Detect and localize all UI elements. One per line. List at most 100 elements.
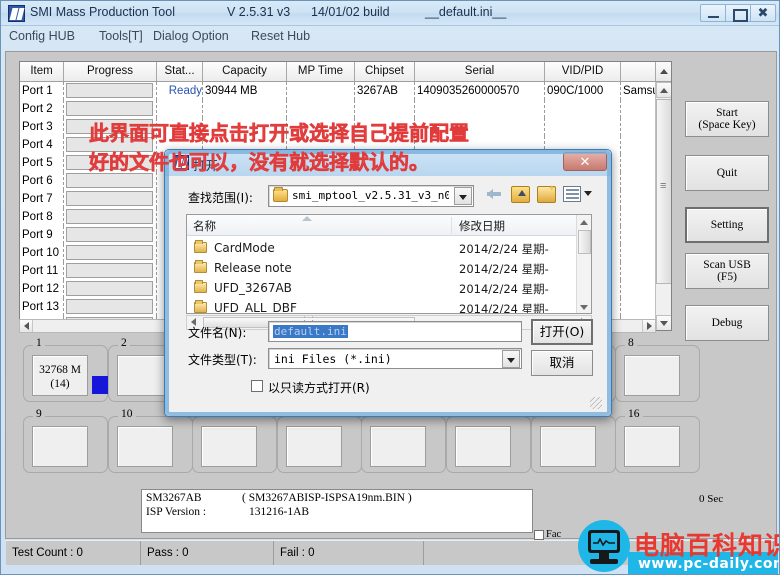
- cell-capacity: [203, 100, 287, 118]
- column-header-name[interactable]: 名称: [193, 218, 216, 234]
- cancel-button[interactable]: 取消: [531, 350, 593, 376]
- back-icon[interactable]: [487, 186, 505, 204]
- start-button-label-1: Start: [716, 107, 738, 119]
- scroll-left-icon[interactable]: [20, 320, 33, 332]
- start-button-label-2: (Space Key): [698, 119, 756, 131]
- window-ini-name: __default.ini__: [425, 5, 507, 19]
- file-scroll-down-icon[interactable]: [577, 300, 591, 313]
- file-name-input[interactable]: default.ini: [268, 321, 522, 342]
- slot-capacity-box: [286, 426, 342, 467]
- cell-mp-time: [287, 100, 355, 118]
- file-type-dropdown[interactable]: ini Files (*.ini): [268, 348, 522, 369]
- file-list-item[interactable]: UFD_3267AB 2014/2/24 星期-: [187, 278, 577, 299]
- column-header-stat[interactable]: Stat...: [157, 62, 203, 81]
- column-header-mp-time[interactable]: MP Time: [287, 62, 355, 81]
- column-header-capacity[interactable]: Capacity: [203, 62, 287, 81]
- column-header-chipset[interactable]: Chipset: [355, 62, 415, 81]
- scan-usb-button[interactable]: Scan USB (F5): [685, 253, 769, 289]
- file-modified-date: 2014/2/24 星期-: [459, 242, 549, 256]
- slot-capacity-box: [624, 355, 680, 396]
- column-header-serial[interactable]: Serial: [415, 62, 545, 81]
- dialog-close-icon[interactable]: ✕: [563, 152, 607, 171]
- slot-11[interactable]: 11: [192, 408, 277, 473]
- read-only-checkbox[interactable]: 以只读方式打开(R): [251, 379, 370, 396]
- slot-9[interactable]: 9: [23, 408, 108, 473]
- scroll-up-icon[interactable]: [656, 82, 671, 98]
- table-row[interactable]: Port 2: [20, 100, 655, 118]
- open-file-dialog[interactable]: 打开 ✕ 查找范围(I): smi_mptool_v2.5.31_v3_n010…: [164, 149, 612, 417]
- scroll-right-icon[interactable]: [642, 320, 655, 332]
- up-one-level-icon[interactable]: [511, 186, 530, 203]
- progress-bar: [66, 227, 153, 242]
- column-header-date[interactable]: 修改日期: [459, 218, 505, 234]
- file-scrollbar-thumb[interactable]: [578, 230, 591, 254]
- slot-1[interactable]: 1 32768 M (14): [23, 337, 108, 402]
- views-chevron-down-icon[interactable]: [584, 191, 592, 196]
- file-name: CardMode: [214, 241, 275, 255]
- scroll-down-icon[interactable]: [656, 315, 671, 330]
- progress-bar: [66, 101, 153, 116]
- file-list[interactable]: 名称 修改日期 CardMode 2014/2/24 星期- Release not…: [186, 214, 592, 314]
- factory-checkbox-box[interactable]: [534, 530, 544, 540]
- minimize-icon[interactable]: [700, 4, 726, 22]
- menu-item-config-hub[interactable]: Config HUB: [9, 29, 75, 43]
- slot-capacity-box: [624, 426, 680, 467]
- file-list-scrollbar[interactable]: [576, 215, 591, 313]
- file-name: UFD_ALL_DBF: [214, 301, 297, 314]
- resize-grip-icon[interactable]: [590, 397, 602, 409]
- file-list-header: 名称 修改日期: [187, 215, 591, 236]
- factory-checkbox[interactable]: Fac: [534, 529, 561, 540]
- views-icon[interactable]: [563, 186, 581, 202]
- cell-item: Port 2: [20, 100, 64, 118]
- chipset-name: SM3267AB: [146, 492, 202, 504]
- slot-10[interactable]: 10: [108, 408, 193, 473]
- column-header-progress[interactable]: Progress: [64, 62, 157, 81]
- scrollbar-thumb[interactable]: [656, 99, 671, 284]
- chevron-down-icon[interactable]: [454, 187, 472, 205]
- slot-15[interactable]: 15: [531, 408, 616, 473]
- file-modified-date: 2014/2/24 星期-: [459, 282, 549, 296]
- table-scroll-up-icon[interactable]: [655, 62, 671, 81]
- slot-16[interactable]: 16: [615, 408, 700, 473]
- cell-item: Port 13: [20, 298, 64, 316]
- cell-serial: [415, 100, 545, 118]
- setting-button[interactable]: Setting: [685, 207, 769, 243]
- new-folder-icon[interactable]: [537, 183, 556, 203]
- port-table-scrollbar[interactable]: [655, 82, 671, 330]
- slot-8[interactable]: 8: [615, 337, 700, 402]
- cell-capacity: 30944 MB: [203, 82, 287, 100]
- bin-file-name: ( SM3267ABISP-ISPSA19nm.BIN ): [242, 492, 412, 504]
- cell-item: Port 6: [20, 172, 64, 190]
- slot-12[interactable]: 12: [277, 408, 362, 473]
- cell-item: Port 11: [20, 262, 64, 280]
- progress-bar: [66, 173, 153, 188]
- file-list-item[interactable]: Release note 2014/2/24 星期-: [187, 258, 577, 279]
- maximize-icon[interactable]: [725, 4, 751, 22]
- menu-item-reset-hub[interactable]: Reset Hub: [251, 29, 310, 43]
- column-header-vid-pid[interactable]: VID/PID: [545, 62, 621, 81]
- slot-13[interactable]: 13: [361, 408, 446, 473]
- column-header-item[interactable]: Item: [20, 62, 64, 81]
- quit-button[interactable]: Quit: [685, 155, 769, 191]
- look-in-dropdown[interactable]: smi_mptool_v2.5.31_v3_n0102: [268, 185, 474, 207]
- file-list-item[interactable]: CardMode 2014/2/24 星期-: [187, 238, 577, 259]
- close-icon[interactable]: ✖: [750, 4, 776, 22]
- file-scroll-up-icon[interactable]: [577, 215, 591, 229]
- slot-number: 8: [625, 337, 637, 349]
- slot-14[interactable]: 14: [446, 408, 531, 473]
- window-build-date: 14/01/02 build: [311, 5, 390, 19]
- start-button[interactable]: Start (Space Key): [685, 101, 769, 137]
- slot-number: 16: [625, 408, 643, 420]
- file-type-chevron-down-icon[interactable]: [502, 350, 520, 368]
- sort-ascending-icon: [302, 216, 312, 221]
- elapsed-time: 0 Sec: [699, 493, 724, 505]
- table-row[interactable]: Port 1 Ready 30944 MB 3267AB 140903526000057…: [20, 82, 665, 100]
- debug-button[interactable]: Debug: [685, 305, 769, 341]
- read-only-checkbox-box[interactable]: [251, 380, 263, 392]
- slot-capacity-box: [32, 426, 88, 467]
- menu-item-tools[interactable]: Tools[T]: [99, 29, 143, 43]
- progress-bar: [66, 263, 153, 278]
- file-list-item[interactable]: UFD_ALL_DBF 2014/2/24 星期-: [187, 298, 577, 314]
- open-button[interactable]: 打开(O): [531, 319, 593, 345]
- menu-item-dialog-option[interactable]: Dialog Option: [153, 29, 229, 43]
